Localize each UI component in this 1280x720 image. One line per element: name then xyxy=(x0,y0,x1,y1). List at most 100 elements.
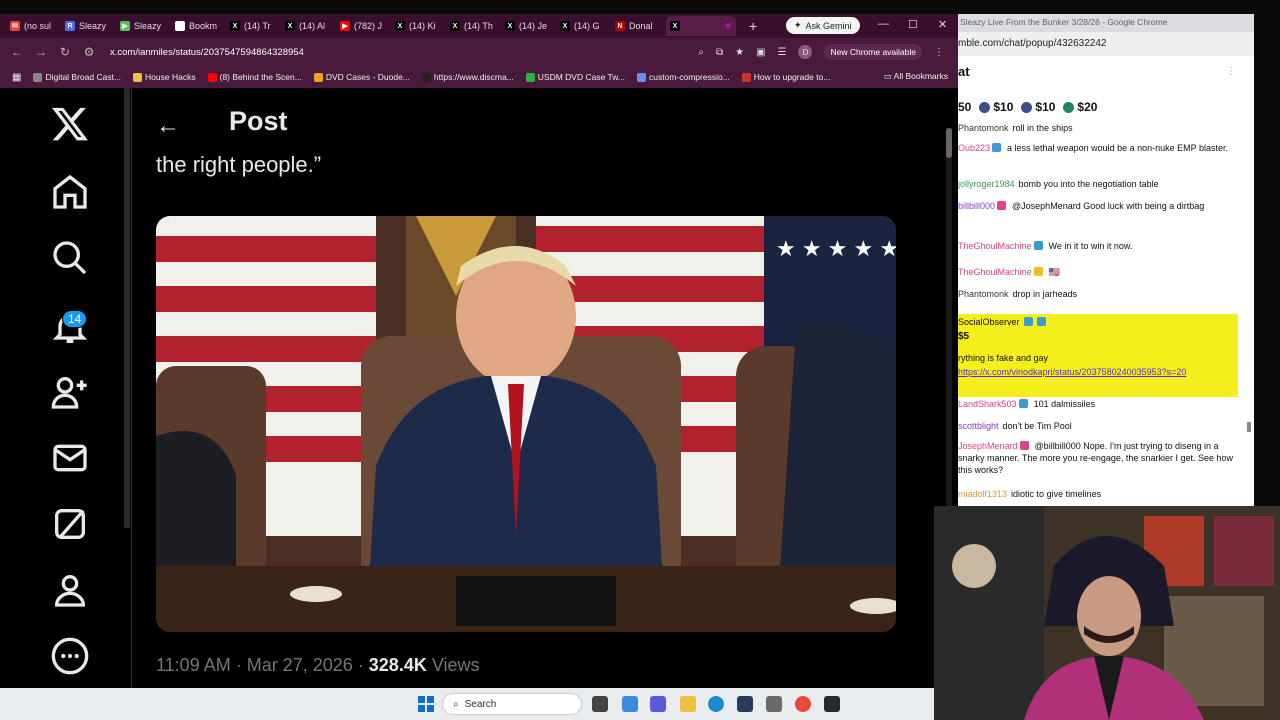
browser-tab[interactable]: X (14) Je xyxy=(501,16,553,36)
chat-message-text: roll in the ships xyxy=(1012,123,1073,133)
super-chat-username[interactable]: SocialObserver xyxy=(958,317,1020,327)
extensions-icon[interactable]: ☰ xyxy=(778,47,787,58)
bookmark-item[interactable]: USDM DVD Case Tw... xyxy=(525,72,625,82)
browser-tab[interactable]: X (14) Th xyxy=(446,16,498,36)
bookmark-label: USDM DVD Case Tw... xyxy=(537,72,625,82)
chat-username[interactable]: Phantomonk xyxy=(958,289,1009,299)
chat-username[interactable]: TheGhoulMachine xyxy=(958,241,1032,251)
chat-url-field[interactable]: mble.com/chat/popup/432632242 xyxy=(958,32,1254,56)
x-logo-icon[interactable] xyxy=(50,104,90,144)
app-icon[interactable] xyxy=(766,696,782,712)
messages-icon[interactable] xyxy=(50,438,90,478)
chat-username[interactable]: scottblight xyxy=(958,421,999,431)
taskbar-search[interactable]: ⌕ Search xyxy=(442,693,582,715)
chat-message-text: 101 dalmissiles xyxy=(1033,399,1096,409)
profile-avatar[interactable]: D xyxy=(798,45,813,59)
browser-tab[interactable]: X ✕ xyxy=(666,16,736,36)
bookmark-favicon-icon xyxy=(313,72,323,82)
back-icon[interactable]: ← xyxy=(10,45,24,59)
chat-username[interactable]: JosephMenard xyxy=(958,441,1018,451)
chat-username[interactable]: billbill000 xyxy=(958,201,995,211)
file-explorer-icon[interactable] xyxy=(680,696,696,712)
chat-username[interactable]: Oub223 xyxy=(958,143,990,153)
store-icon[interactable] xyxy=(737,696,753,712)
tip-option[interactable]: $10 xyxy=(979,100,1013,114)
close-window-icon[interactable]: ✕ xyxy=(938,18,947,31)
zoom-icon[interactable]: ⌕ xyxy=(698,47,704,58)
browser-tab[interactable]: X (14) Tr xyxy=(226,16,278,36)
profile-icon[interactable] xyxy=(50,570,90,610)
forward-icon[interactable]: → xyxy=(34,45,48,59)
more-icon[interactable] xyxy=(50,636,90,676)
copilot-icon[interactable] xyxy=(622,696,638,712)
chrome-icon[interactable] xyxy=(795,696,811,712)
bookmark-item[interactable]: How to upgrade to... xyxy=(741,72,830,82)
all-bookmarks-button[interactable]: ▭ All Bookmarks xyxy=(884,71,948,82)
chat-username[interactable]: jollyroger1984 xyxy=(958,179,1015,189)
url-field[interactable]: x.com/ianmiles/status/203754759486432895… xyxy=(110,47,304,58)
bookmark-item[interactable]: (8) Behind the Scen... xyxy=(207,72,302,82)
sidebar-scrollbar[interactable] xyxy=(124,88,130,528)
tab-favicon-icon: X xyxy=(285,21,295,31)
bookmark-favicon-icon xyxy=(207,72,217,82)
tab-label: (14) Tr xyxy=(244,21,271,31)
bookmark-item[interactable]: Digital Broad Cast... xyxy=(33,72,121,82)
chat-message-text: a less lethal weapon would be a non-nuke… xyxy=(1007,143,1229,153)
chat-menu-icon[interactable]: ⋮ xyxy=(1226,66,1236,77)
bookmark-star-icon[interactable]: ★ xyxy=(735,47,744,58)
teams-icon[interactable] xyxy=(650,696,666,712)
edge-icon[interactable] xyxy=(708,696,724,712)
chrome-menu-icon[interactable]: ⋮ xyxy=(934,47,944,58)
bookmark-item[interactable]: DVD Cases - Duode... xyxy=(313,72,410,82)
home-icon[interactable] xyxy=(50,172,90,212)
close-tab-icon[interactable]: ✕ xyxy=(724,21,732,32)
bookmark-item[interactable]: https://www.discma... xyxy=(421,72,514,82)
chat-message: scottblight don't be Tim Pool xyxy=(958,420,1242,432)
new-tab-icon[interactable]: + xyxy=(749,18,757,34)
task-view-icon[interactable] xyxy=(592,696,608,712)
reload-icon[interactable]: ↻ xyxy=(58,45,72,59)
browser-tab[interactable]: ✉ (no sul xyxy=(6,16,58,36)
browser-tab[interactable]: R Sleazy xyxy=(61,16,113,36)
chat-username[interactable]: LandShark503 xyxy=(958,399,1017,409)
search-icon: ⌕ xyxy=(453,698,459,710)
bookmark-item[interactable]: House Hacks xyxy=(133,72,196,82)
browser-tab[interactable]: X (14) G xyxy=(556,16,608,36)
chat-username[interactable]: Phantomonk xyxy=(958,123,1009,133)
bookmark-item[interactable]: custom-compressio... xyxy=(637,72,730,82)
ask-gemini-button[interactable]: ✦ Ask Gemini xyxy=(786,17,860,34)
tip-option[interactable]: $10 xyxy=(1021,100,1055,114)
site-info-icon[interactable]: ⚙ xyxy=(82,45,96,59)
minimize-icon[interactable]: — xyxy=(878,18,889,30)
maximize-icon[interactable]: ☐ xyxy=(908,18,918,31)
super-chat-link[interactable]: https://x.com/vinodkapri/status/20375802… xyxy=(958,367,1186,377)
chat-message-text: We in it to win it now. xyxy=(1048,241,1133,251)
bookmark-favicon-icon xyxy=(637,72,646,82)
views-count: 328.4K xyxy=(368,655,427,675)
obs-icon[interactable] xyxy=(824,696,840,712)
browser-tab[interactable]: X (14) Al xyxy=(281,16,333,36)
browser-tab[interactable]: ★ Bookm xyxy=(171,16,223,36)
post-video[interactable]: ★ ★ ★ ★ ★ xyxy=(156,216,896,632)
tab-label: (14) Al xyxy=(299,21,326,31)
browser-tab[interactable]: ▶ Sleazy xyxy=(116,16,168,36)
cast-icon[interactable]: ⧉ xyxy=(716,47,723,58)
apps-grid-icon[interactable]: ▦ xyxy=(12,72,21,83)
address-bar: ← → ↻ ⚙ x.com/ianmiles/status/2037547594… xyxy=(0,38,958,66)
desktop: ✉ (no sul R Sleazy ▶ Sleazy ★ Bookm X (14) Tr X (14… xyxy=(0,0,1280,720)
tip-option[interactable]: 50 xyxy=(958,100,971,114)
windows-start-icon[interactable] xyxy=(418,696,434,712)
browser-tab[interactable]: X (14) Ki xyxy=(391,16,443,36)
chat-username[interactable]: TheGhoulMachine xyxy=(958,267,1032,277)
tab-search-icon[interactable]: ▣ xyxy=(756,47,765,58)
browser-tab[interactable]: ▶ (782) J xyxy=(336,16,388,36)
back-arrow-icon[interactable]: ← xyxy=(156,112,180,140)
chat-username[interactable]: miadolf1313 xyxy=(958,489,1007,499)
grok-icon[interactable] xyxy=(50,504,90,544)
browser-tab[interactable]: N Donal xyxy=(611,16,663,36)
follow-icon[interactable] xyxy=(50,372,90,412)
tip-option[interactable]: $20 xyxy=(1063,100,1097,114)
search-icon[interactable] xyxy=(50,238,90,278)
chat-scrollbar[interactable] xyxy=(1246,130,1252,432)
new-chrome-available-button[interactable]: New Chrome available xyxy=(824,44,922,60)
